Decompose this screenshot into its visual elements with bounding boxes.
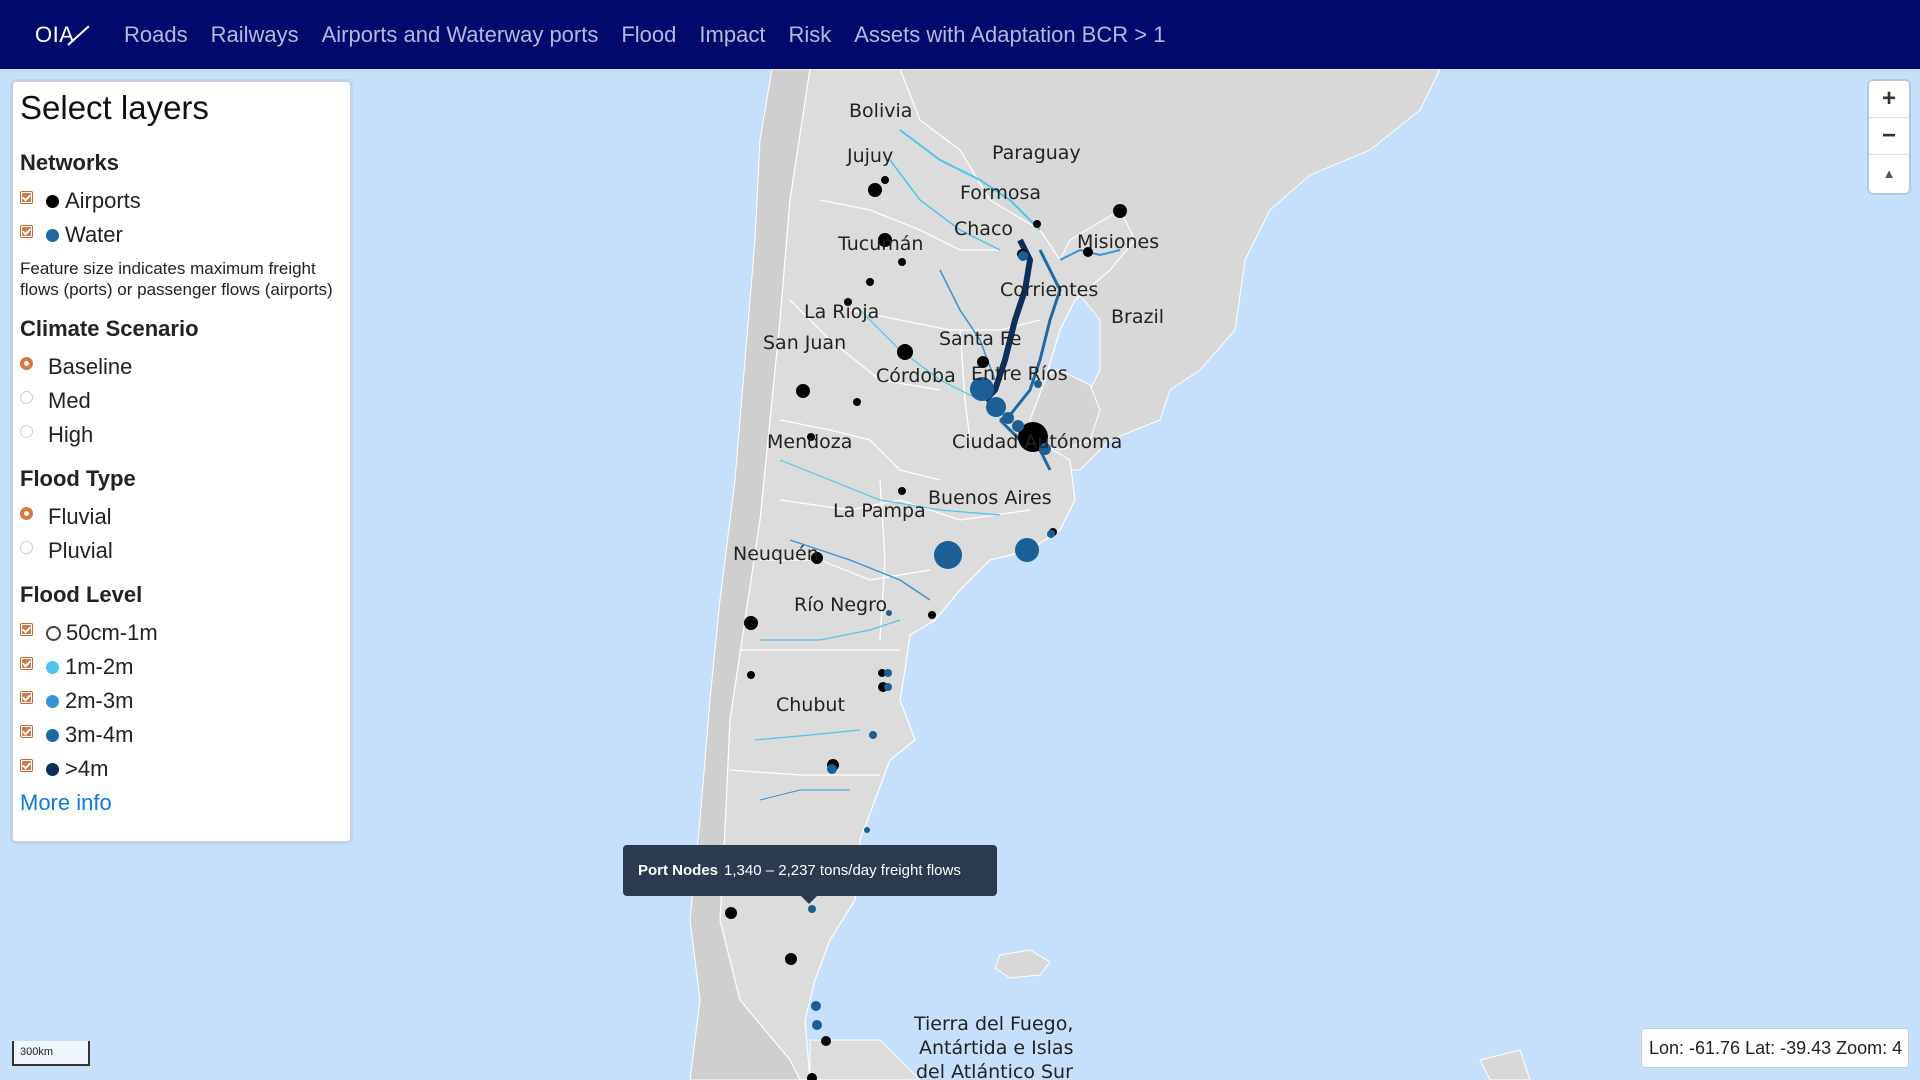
level-label: >4m — [65, 756, 109, 781]
map-label: San Juan — [763, 332, 846, 354]
layer-toggle-water[interactable]: Water — [20, 218, 343, 252]
map-label: Chubut — [776, 694, 845, 716]
level-label: 2m-3m — [65, 688, 134, 713]
map-label: Jujuy — [846, 145, 893, 167]
layer-label: Airports — [65, 188, 141, 213]
land-tierra-del-fuego — [809, 1039, 921, 1080]
nav-link-airports-ports[interactable]: Airports and Waterway ports — [322, 22, 599, 48]
land-falklands — [994, 949, 1051, 979]
map-label: Río Negro — [794, 594, 887, 616]
map-label: Buenos Aires — [928, 487, 1052, 509]
map-label: Tucumán — [837, 233, 923, 255]
checkbox[interactable] — [20, 724, 33, 738]
brand-logo[interactable]: OIA — [0, 0, 105, 69]
flood-level-4m-plus[interactable]: >4m — [20, 752, 343, 786]
radio-button[interactable] — [20, 390, 33, 404]
checkbox[interactable] — [20, 758, 33, 772]
flood-level-50cm-1m[interactable]: 50cm-1m — [20, 616, 343, 650]
ring-icon — [46, 625, 61, 641]
option-label: High — [48, 422, 94, 447]
level-label: 3m-4m — [65, 722, 134, 747]
level-dot-icon — [46, 728, 59, 742]
nav-link-adaptation[interactable]: Assets with Adaptation BCR > 1 — [854, 22, 1165, 48]
flood-level-heading: Flood Level — [20, 582, 143, 607]
networks-note: Feature size indicates maximum freight f… — [20, 259, 333, 299]
nav-link-railways[interactable]: Railways — [211, 22, 299, 48]
map-label: Córdoba — [876, 365, 956, 387]
tooltip-title: Port Nodes — [638, 862, 719, 879]
more-info-link[interactable]: More info — [20, 790, 343, 816]
flood-type-heading: Flood Type — [20, 466, 136, 491]
flood-level-2m-3m[interactable]: 2m-3m — [20, 684, 343, 718]
level-label: 1m-2m — [65, 654, 134, 679]
map-label: Corrientes — [1000, 279, 1098, 301]
map-label: Paraguay — [992, 142, 1081, 164]
nav-links: Roads Railways Airports and Waterway por… — [124, 0, 1188, 69]
water-dot-icon — [46, 228, 59, 242]
layer-panel: Select layers Networks Airports Water Fe… — [12, 81, 351, 842]
top-navigation: OIA Roads Railways Airports and Waterway… — [0, 0, 1920, 69]
climate-option-med[interactable]: Med — [20, 384, 343, 418]
layer-label: Water — [65, 222, 123, 247]
coordinates-readout: Lon: -61.76 Lat: -39.43 Zoom: 4 — [1641, 1028, 1909, 1068]
nav-link-roads[interactable]: Roads — [124, 22, 188, 48]
map-label: La Pampa — [833, 500, 926, 522]
level-dot-icon — [46, 660, 59, 674]
map-label: Antártida e Islas — [919, 1037, 1073, 1059]
layer-toggle-airports[interactable]: Airports — [20, 184, 343, 218]
map-label: Bolivia — [849, 100, 912, 122]
map-label: Formosa — [960, 182, 1041, 204]
nav-link-flood[interactable]: Flood — [621, 22, 676, 48]
radio-button[interactable] — [20, 356, 33, 370]
zoom-out-button[interactable]: − — [1869, 118, 1909, 155]
flood-level-1m-2m[interactable]: 1m-2m — [20, 650, 343, 684]
option-label: Med — [48, 388, 91, 413]
map-label: La Rioja — [804, 301, 879, 323]
zoom-controls: + − ▲ — [1869, 81, 1909, 193]
nav-link-risk[interactable]: Risk — [788, 22, 831, 48]
radio-button[interactable] — [20, 540, 33, 554]
checkbox[interactable] — [20, 690, 33, 704]
map-label: Chaco — [954, 218, 1013, 240]
map-label: Neuquén — [733, 543, 819, 565]
climate-heading: Climate Scenario — [20, 316, 199, 341]
option-label: Fluvial — [48, 504, 112, 529]
map-label: Misiones — [1077, 231, 1159, 253]
map-label: del Atlántico Sur — [916, 1061, 1073, 1080]
flood-type-pluvial[interactable]: Pluvial — [20, 534, 343, 568]
climate-option-baseline[interactable]: Baseline — [20, 350, 343, 384]
checkbox[interactable] — [20, 656, 33, 670]
flood-type-fluvial[interactable]: Fluvial — [20, 500, 343, 534]
checkbox[interactable] — [20, 190, 33, 204]
radio-button[interactable] — [20, 506, 33, 520]
panel-title: Select layers — [20, 89, 209, 126]
climate-option-high[interactable]: High — [20, 418, 343, 452]
level-dot-icon — [46, 694, 59, 708]
map-label: Santa Fe — [939, 328, 1021, 350]
map-label: Brazil — [1111, 306, 1164, 328]
networks-heading: Networks — [20, 150, 120, 175]
checkbox[interactable] — [20, 224, 33, 238]
zoom-in-button[interactable]: + — [1869, 81, 1909, 118]
tooltip-text: 1,340 – 2,237 tons/day freight flows — [724, 862, 961, 879]
nav-link-impact[interactable]: Impact — [699, 22, 765, 48]
radio-button[interactable] — [20, 424, 33, 438]
level-dot-icon — [46, 762, 59, 776]
map-label: Ciudad Autónoma — [952, 431, 1122, 453]
port-tooltip: Port Nodes 1,340 – 2,237 tons/day freigh… — [623, 845, 997, 904]
level-label: 50cm-1m — [66, 620, 158, 645]
compass-reset-icon[interactable]: ▲ — [1869, 155, 1909, 192]
map-label: Tierra del Fuego, — [913, 1013, 1073, 1035]
map-label: Entre Ríos — [971, 363, 1068, 385]
map-label: Mendoza — [767, 431, 852, 453]
airport-dot-icon — [46, 194, 59, 208]
option-label: Pluvial — [48, 538, 113, 563]
checkbox[interactable] — [20, 622, 33, 636]
flood-level-3m-4m[interactable]: 3m-4m — [20, 718, 343, 752]
land-south-georgia — [1479, 1049, 1531, 1080]
option-label: Baseline — [48, 354, 133, 379]
scale-bar: 300km — [12, 1041, 90, 1066]
